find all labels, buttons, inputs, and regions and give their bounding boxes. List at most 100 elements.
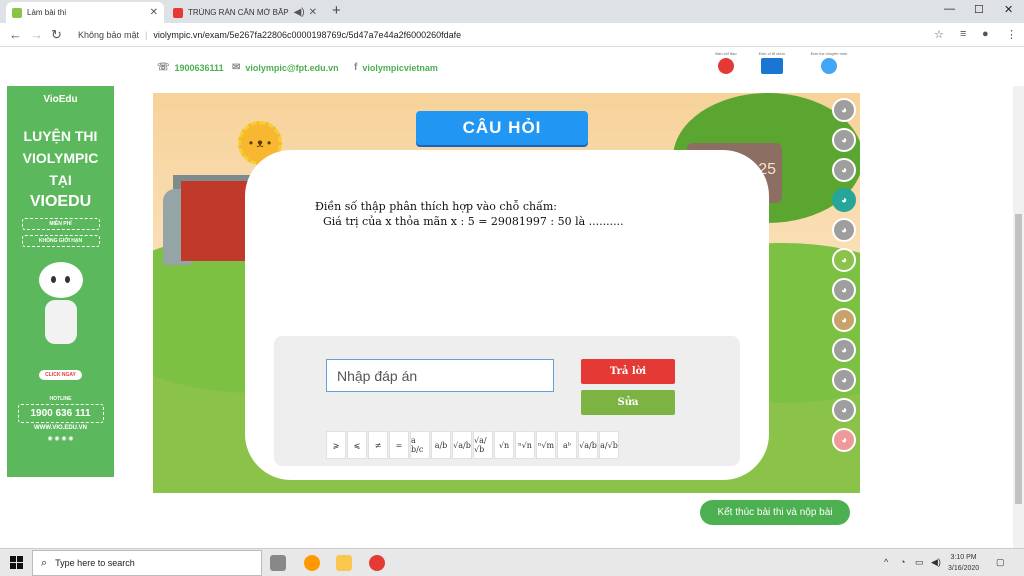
free-badge: MIỄN PHÍ [21,218,100,230]
facebook-icon: f [354,62,358,73]
forward-icon[interactable]: → [30,27,43,42]
symbol-nth-root-m-button[interactable]: ⁿ√m [536,431,556,459]
chrome-icon[interactable] [369,555,385,571]
animal-avatar-list: ◕ ◕ ◕ ◕ ◕ ◕ ◕ ◕ ◕ ◕ ◕ ◕ [832,98,858,458]
hotline-label: HOTLINE [49,396,72,402]
site-header: ☏ 1900636111 ✉ violympic@fpt.edu.vn f vi… [0,48,1024,86]
edit-answer-button[interactable]: Sửa [581,390,675,415]
browser-tab-strip: Làm bài thi ✕ TRÙNG RÀN CĂN MỞ BẮP C ◀) … [0,0,1024,23]
address-bar: ← → ↻ Không bảo mật | violympic.vn/exam/… [0,23,1024,47]
finish-exam-button[interactable]: Kết thúc bài thi và nộp bài [700,500,850,525]
animal-avatar-icon[interactable]: ◕ [832,158,856,182]
animal-avatar-icon[interactable]: ◕ [832,278,856,302]
animal-avatar-icon[interactable]: ◕ [832,308,856,332]
exam-game-area: • ᴥ • 25 CÂU HỎI Điền số thập phân thích… [153,93,860,493]
vioedu-ad-banner[interactable]: VioEdu LUYỆN THI VIOLYMPIC TẠI VIOEDU MI… [7,86,114,477]
search-icon: ⌕ [41,556,48,569]
animal-avatar-icon[interactable]: ◕ [832,98,856,122]
symbol-fraction-button[interactable]: a/b [431,431,451,459]
symbol-eq-button[interactable]: = [389,431,409,459]
symbol-nth-root-button[interactable]: ⁿ√n [515,431,535,459]
national-emblem-icon [718,58,734,74]
tab-label: TRÙNG RÀN CĂN MỞ BẮP C [188,8,290,17]
youtube-favicon-icon [173,7,183,18]
symbol-sqrt-button[interactable]: √n [494,431,514,459]
symbol-a-over-sqrt-button[interactable]: a/√b [599,431,619,459]
symbol-leq-button[interactable]: ⩽ [347,431,367,459]
security-label: Không bảo mật [78,30,140,40]
answer-input[interactable] [326,359,554,392]
windows-taskbar: ⌕ Type here to search ^ ◔ ▭ ◀) 3:10 PM 3… [0,548,1024,576]
reload-icon[interactable]: ↻ [51,27,62,43]
logo-ban-chi-dao: Ban chỉ đạo [710,51,742,74]
animal-avatar-icon[interactable]: ◕ [832,128,856,152]
phone-icon: ☏ [157,62,170,73]
windows-start-icon[interactable] [10,556,23,569]
close-tab-icon[interactable]: ✕ [150,7,158,18]
new-tab-button[interactable]: + [332,2,341,19]
logo-don-vi-to-chuc: Đơn vị tổ chức [752,51,792,74]
system-clock[interactable]: 3:10 PM 3/16/2020 [948,552,979,574]
notification-icon[interactable]: ▢ [996,557,1005,568]
symbol-neq-button[interactable]: ≠ [368,431,388,459]
unlimited-badge: KHÔNG GIỚI HẠN [21,235,100,247]
volume-icon[interactable]: ◀) [931,557,941,568]
logo-don-tro-chuyen-mon: Đơn trợ chuyên môn [804,51,854,74]
app-icon[interactable] [304,555,320,571]
bookmark-star-icon[interactable]: ☆ [934,28,944,41]
minimize-icon[interactable]: — [944,3,955,15]
phone-contact[interactable]: ☏ 1900636111 [157,62,224,73]
animal-avatar-icon[interactable]: ◕ [832,368,856,392]
question-expression: Giá trị của x thỏa mãn x : 5 = 29081997 … [323,215,624,228]
page-scrollbar[interactable] [1013,86,1024,548]
tray-chevron-icon[interactable]: ^ [884,557,888,567]
network-icon[interactable]: ◔ [900,557,905,567]
social-icons: ◉ ◉ ◉ ◉ [47,436,74,442]
symbol-sqrt-over-b-button[interactable]: √a/b [578,431,598,459]
symbol-sqrt-fraction-button[interactable]: √a/b [452,431,472,459]
email-contact[interactable]: ✉ violympic@fpt.edu.vn [232,62,339,73]
close-window-icon[interactable]: ✕ [1004,3,1013,16]
question-text: Điền số thập phân thích hợp vào chỗ chấm… [315,199,624,229]
animal-avatar-icon[interactable]: ◕ [832,248,856,272]
click-now-button[interactable]: CLICK NGAY [39,370,82,380]
animal-avatar-icon[interactable]: ◕ [832,398,856,422]
facebook-contact[interactable]: f violympicvietnam [354,62,438,73]
animal-avatar-icon[interactable]: ◕ [832,338,856,362]
hotline-number: 1900 636 111 [17,404,104,423]
menu-kebab-icon[interactable]: ⋮ [1006,28,1017,41]
symbol-geq-button[interactable]: ⩾ [326,431,346,459]
email-icon: ✉ [232,62,241,73]
close-tab-icon[interactable]: ✕ [309,7,317,18]
task-view-icon[interactable] [270,555,286,571]
back-icon[interactable]: ← [9,27,22,42]
vioedu-logo: VioEdu [43,94,78,105]
tab-youtube[interactable]: TRÙNG RÀN CĂN MỞ BẮP C ◀) ✕ [167,2,323,23]
speaker-icon[interactable]: ◀) [294,7,305,18]
symbol-power-button[interactable]: aᵇ [557,431,577,459]
maximize-icon[interactable]: ☐ [974,3,984,16]
banner-headline: LUYỆN THI VIOLYMPIC TẠI VIOEDU [22,128,99,210]
submit-answer-button[interactable]: Trả lời [581,359,675,384]
question-ribbon: CÂU HỎI [398,111,606,151]
taskbar-search[interactable]: ⌕ Type here to search [32,550,262,576]
math-symbol-toolbar: ⩾ ⩽ ≠ = a b/c a/b √a/b √a/√b √n ⁿ√n ⁿ√m … [326,431,619,459]
url-text: violympic.vn/exam/5e267fa22806c000019876… [153,30,462,40]
animal-avatar-icon[interactable]: ◕ [832,218,856,242]
symbol-sqrt-ratio-button[interactable]: √a/√b [473,431,493,459]
profile-avatar-icon[interactable]: ● [982,28,989,40]
answer-panel: Trả lời Sửa ⩾ ⩽ ≠ = a b/c a/b √a/b √a/√b… [274,336,740,466]
animal-avatar-icon[interactable]: ◕ [832,188,856,212]
reading-list-icon[interactable]: ≡ [960,28,966,40]
website-label: WWW.VIO.EDU.VN [34,425,87,431]
symbol-mixed-fraction-button[interactable]: a b/c [410,431,430,459]
url-field[interactable]: Không bảo mật | violympic.vn/exam/5e267f… [70,26,950,44]
battery-icon[interactable]: ▭ [915,557,924,568]
violympic-favicon-icon [12,7,22,18]
tab-lam-bai-thi[interactable]: Làm bài thi ✕ [6,2,164,23]
animal-avatar-icon[interactable]: ◕ [832,428,856,452]
question-instruction: Điền số thập phân thích hợp vào chỗ chấm… [315,200,557,213]
ministry-logo-icon [821,58,837,74]
file-explorer-icon[interactable] [336,555,352,571]
robot-mascot-icon [31,262,91,362]
